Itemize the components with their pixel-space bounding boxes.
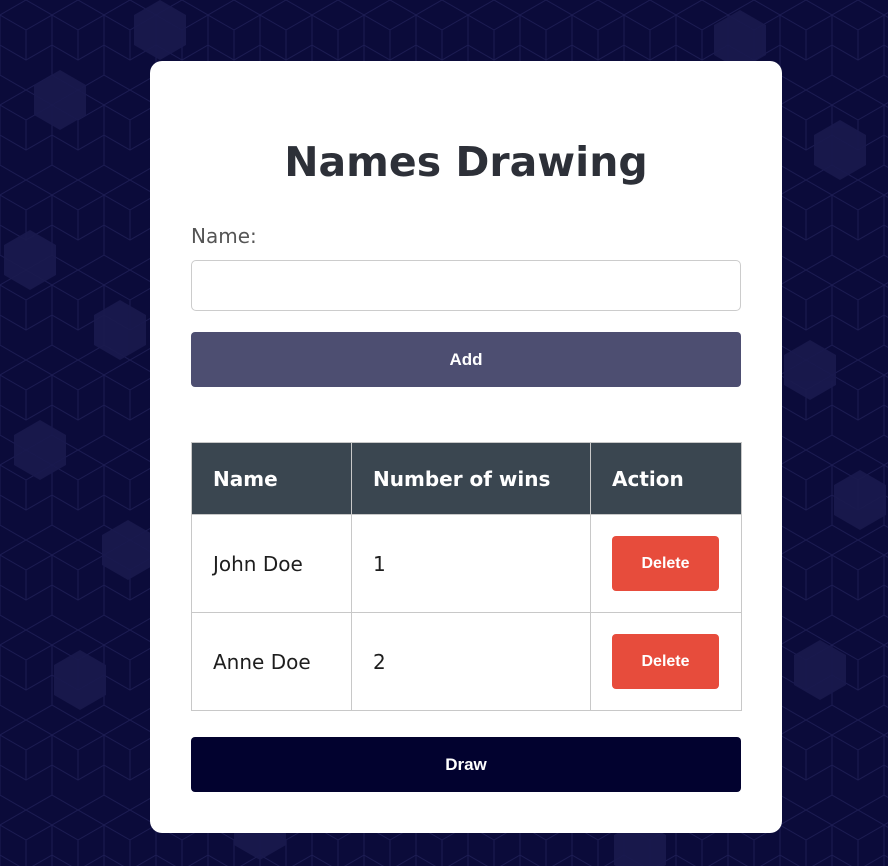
drawing-card: Names Drawing Name: Add Name Number of w… <box>150 61 782 833</box>
cell-name: John Doe <box>191 514 352 613</box>
delete-button[interactable]: Delete <box>612 536 719 591</box>
delete-button[interactable]: Delete <box>612 634 719 689</box>
cell-action: Delete <box>590 612 742 711</box>
draw-button[interactable]: Draw <box>191 737 741 792</box>
names-table: Name Number of wins Action John Doe 1 De… <box>191 442 742 711</box>
cell-action: Delete <box>590 514 742 613</box>
cell-wins: 2 <box>351 612 591 711</box>
table-row: Anne Doe 2 Delete <box>191 612 742 711</box>
page-title: Names Drawing <box>284 138 648 186</box>
cell-name: Anne Doe <box>191 612 352 711</box>
header-wins: Number of wins <box>351 442 591 515</box>
name-input[interactable] <box>191 260 741 311</box>
name-label: Name: <box>191 224 257 248</box>
header-action: Action <box>590 442 742 515</box>
header-name: Name <box>191 442 352 515</box>
add-button[interactable]: Add <box>191 332 741 387</box>
cell-wins: 1 <box>351 514 591 613</box>
table-header-row: Name Number of wins Action <box>191 442 742 515</box>
table-row: John Doe 1 Delete <box>191 514 742 613</box>
